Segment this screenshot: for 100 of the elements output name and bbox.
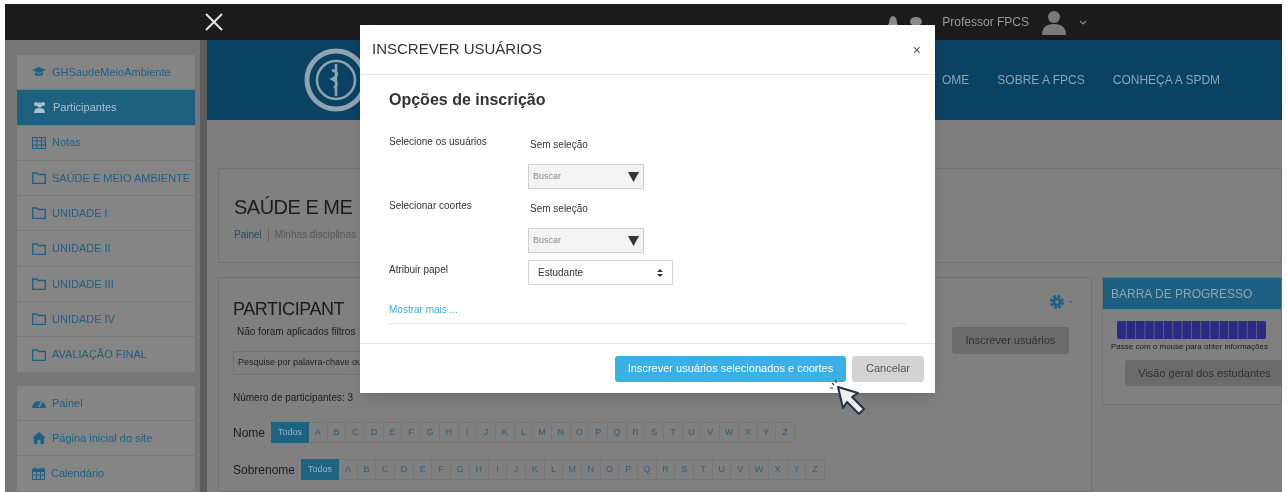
letter-filter[interactable]: D [365,422,384,443]
sidebar-item[interactable]: UNIDADE I [17,196,195,232]
sidebar-item[interactable]: Calendário [17,456,195,492]
letter-filter[interactable]: W [720,422,739,443]
letter-filter[interactable]: R [626,422,646,443]
participant-count: Número de participantes: 3 [233,391,355,405]
folder-icon [32,172,46,185]
hint-text: Passe com o mouse para obter informações [1111,341,1269,353]
folder-icon [32,277,46,290]
letter-filter[interactable]: U [682,422,702,443]
sidebar-item[interactable]: AVALIAÇÃO FINAL [17,337,195,373]
letter-filter[interactable]: Todos [271,422,309,443]
breadcrumb-link[interactable]: Painel [234,227,262,242]
cancel-button[interactable]: Cancelar [852,355,924,382]
letter-filter[interactable]: F [402,422,422,443]
caret-icon[interactable] [1079,19,1087,25]
bell-icon[interactable] [888,16,899,28]
calendar-icon [32,466,45,480]
sidebar-item[interactable]: UNIDADE II [17,231,195,267]
letter-filter[interactable]: N [582,459,601,480]
letter-filter[interactable]: A [309,422,328,443]
letter-filter[interactable]: Z [776,422,795,443]
letter-filter[interactable]: S [675,459,695,480]
sidebar-item[interactable]: Notas [17,125,195,161]
sidebar-item[interactable]: UNIDADE III [17,266,195,303]
overview-button[interactable]: Visão geral dos estudantes [1125,360,1282,386]
enrol-users-button[interactable]: Inscrever usuários [952,327,1069,354]
sidebar-item[interactable]: Participantes [17,90,195,126]
letter-filter[interactable]: X [768,459,788,480]
sidebar-item[interactable]: Painel [17,385,195,421]
avatar-icon[interactable] [1041,9,1067,35]
letter-filter[interactable]: W [750,459,769,480]
folder-icon [32,242,46,255]
letter-filter[interactable]: Y [787,459,807,480]
letter-filter[interactable]: I [488,459,508,480]
letter-filter[interactable]: C [346,422,366,443]
letter-filter[interactable]: V [701,422,721,443]
scrollbar[interactable] [200,40,207,492]
search-dropdown[interactable]: Buscar [528,228,644,253]
letter-filter[interactable]: A [339,459,358,480]
letter-filter[interactable]: O [570,422,590,443]
letter-filter[interactable]: G [451,459,470,480]
letter-filter[interactable]: N [551,422,571,443]
letter-filter[interactable]: X [738,422,758,443]
letter-filter[interactable]: T [694,459,713,480]
letter-filter[interactable]: U [712,459,732,480]
letter-filter[interactable]: Z [806,459,825,480]
letter-filter[interactable]: M [533,422,552,443]
letter-filter[interactable]: B [357,459,377,480]
letter-filter[interactable]: Y [757,422,777,443]
selection-status: Sem seleção [530,202,589,216]
folder-icon [32,207,46,220]
letter-filter[interactable]: C [376,459,396,480]
search-dropdown[interactable]: Buscar [528,164,644,189]
letter-filter[interactable]: V [731,459,751,480]
table-icon [32,136,46,149]
letter-filter[interactable]: K [495,422,515,443]
letter-filter[interactable]: J [507,459,526,480]
enrol-selected-button[interactable]: Inscrever usuários selecionados e coortes [615,355,846,382]
user-name[interactable]: Professor FPCS [942,13,1029,31]
letter-filter[interactable]: E [413,459,433,480]
role-select[interactable]: Estudante [528,260,673,285]
filter-label: Nome [233,424,265,442]
nav-link[interactable]: SOBRE A FPCS [997,71,1085,89]
letter-filter[interactable]: D [395,459,414,480]
nav-link[interactable]: OME [942,71,970,89]
dropdown-triangle-icon [628,235,639,246]
letter-filter[interactable]: H [439,422,459,443]
letter-filter[interactable]: Q [638,459,657,480]
letter-filter[interactable]: P [619,459,639,480]
letter-filter[interactable]: M [563,459,582,480]
letter-filter[interactable]: R [656,459,676,480]
letter-filter[interactable]: O [600,459,620,480]
show-more-link[interactable]: Mostrar mais ... [389,304,458,315]
letter-filter[interactable]: L [544,459,564,480]
nav-link[interactable]: CONHEÇA A SPDM [1112,71,1221,89]
letter-filter[interactable]: Todos [301,459,340,480]
letter-filter[interactable]: K [525,459,545,480]
sort-arrows-icon [657,268,663,277]
letter-filter[interactable]: I [458,422,478,443]
sidebar-item[interactable]: GHSaudeMeioAmbiente [17,55,195,91]
letter-filter[interactable]: P [589,422,608,443]
letter-filter[interactable]: L [514,422,534,443]
letter-filter[interactable]: T [664,422,683,443]
close-button[interactable]: × [912,42,921,57]
filter-label: Sobrenome [233,461,296,479]
letter-filter[interactable]: E [383,422,403,443]
sidebar-item[interactable]: UNIDADE IV [17,302,195,338]
letter-filter[interactable]: Q [608,422,627,443]
sidebar-item[interactable]: SAÚDE E MEIO AMBIENTE [17,160,195,197]
letter-filter[interactable]: F [432,459,452,480]
letter-filter[interactable]: B [327,422,347,443]
letter-filter[interactable]: H [469,459,489,480]
close-icon[interactable] [205,13,223,31]
letter-filter[interactable]: J [477,422,496,443]
letter-filter[interactable]: S [645,422,665,443]
section-heading: Opções de inscrição [389,90,547,110]
sidebar-item[interactable]: Página inicial do site [17,420,195,457]
field-label: Atribuir papel [389,263,449,277]
letter-filter[interactable]: G [421,422,440,443]
